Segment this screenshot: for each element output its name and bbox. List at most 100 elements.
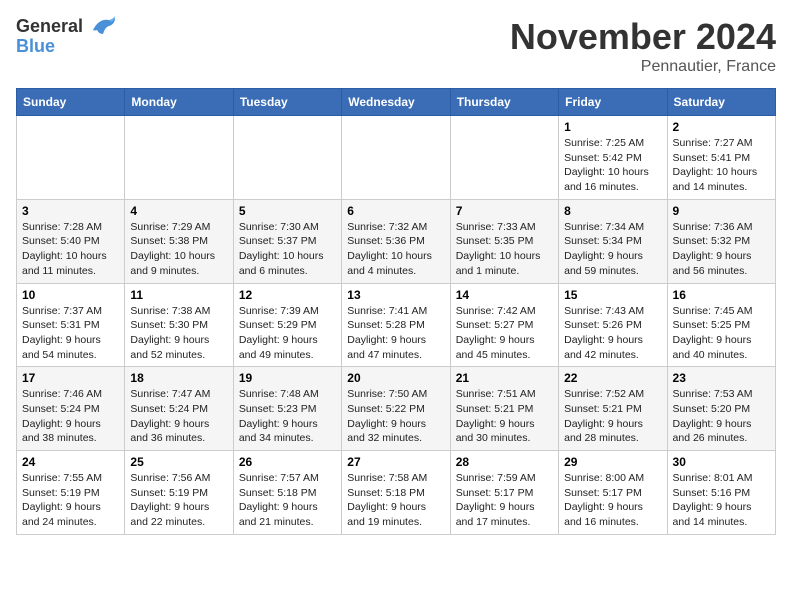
logo-general: General (16, 16, 83, 36)
calendar-week-1: 1 Sunrise: 7:25 AM Sunset: 5:42 PM Daylig… (17, 116, 776, 200)
calendar-week-2: 3 Sunrise: 7:28 AM Sunset: 5:40 PM Daylig… (17, 199, 776, 283)
day-number: 19 (239, 371, 336, 385)
day-info: Sunrise: 7:33 AM Sunset: 5:35 PM Dayligh… (456, 220, 553, 279)
title-block: November 2024 Pennautier, France (510, 16, 776, 76)
weekday-header-sunday: Sunday (17, 89, 125, 116)
day-number: 26 (239, 455, 336, 469)
calendar-table: SundayMondayTuesdayWednesdayThursdayFrid… (16, 88, 776, 535)
weekday-header-wednesday: Wednesday (342, 89, 450, 116)
calendar-cell: 3 Sunrise: 7:28 AM Sunset: 5:40 PM Daylig… (17, 199, 125, 283)
calendar-cell: 7Sunrise: 7:33 AM Sunset: 5:35 PM Daylig… (450, 199, 558, 283)
day-info: Sunrise: 7:51 AM Sunset: 5:21 PM Dayligh… (456, 387, 553, 446)
day-info: Sunrise: 7:25 AM Sunset: 5:42 PM Dayligh… (564, 136, 661, 195)
calendar-cell: 9 Sunrise: 7:36 AM Sunset: 5:32 PM Daylig… (667, 199, 775, 283)
day-info: Sunrise: 7:56 AM Sunset: 5:19 PM Dayligh… (130, 471, 227, 530)
day-info: Sunrise: 7:46 AM Sunset: 5:24 PM Dayligh… (22, 387, 119, 446)
day-number: 14 (456, 288, 553, 302)
weekday-header-tuesday: Tuesday (233, 89, 341, 116)
calendar-cell (342, 116, 450, 200)
day-info: Sunrise: 7:43 AM Sunset: 5:26 PM Dayligh… (564, 304, 661, 363)
page-header: General Blue November 2024 Pennautier, F… (16, 16, 776, 76)
day-number: 15 (564, 288, 661, 302)
day-info: Sunrise: 7:28 AM Sunset: 5:40 PM Dayligh… (22, 220, 119, 279)
day-number: 10 (22, 288, 119, 302)
day-number: 18 (130, 371, 227, 385)
day-number: 17 (22, 371, 119, 385)
day-number: 6 (347, 204, 444, 218)
day-info: Sunrise: 7:52 AM Sunset: 5:21 PM Dayligh… (564, 387, 661, 446)
calendar-cell: 25 Sunrise: 7:56 AM Sunset: 5:19 PM Dayli… (125, 451, 233, 535)
day-info: Sunrise: 7:39 AM Sunset: 5:29 PM Dayligh… (239, 304, 336, 363)
calendar-cell: 6 Sunrise: 7:32 AM Sunset: 5:36 PM Daylig… (342, 199, 450, 283)
day-number: 11 (130, 288, 227, 302)
calendar-cell: 30 Sunrise: 8:01 AM Sunset: 5:16 PM Dayli… (667, 451, 775, 535)
day-number: 29 (564, 455, 661, 469)
day-number: 12 (239, 288, 336, 302)
calendar-cell (17, 116, 125, 200)
logo-blue: Blue (16, 36, 117, 57)
day-info: Sunrise: 7:42 AM Sunset: 5:27 PM Dayligh… (456, 304, 553, 363)
calendar-cell: 1 Sunrise: 7:25 AM Sunset: 5:42 PM Daylig… (559, 116, 667, 200)
calendar-cell: 27Sunrise: 7:58 AM Sunset: 5:18 PM Dayli… (342, 451, 450, 535)
day-info: Sunrise: 7:34 AM Sunset: 5:34 PM Dayligh… (564, 220, 661, 279)
day-info: Sunrise: 7:38 AM Sunset: 5:30 PM Dayligh… (130, 304, 227, 363)
calendar-cell (233, 116, 341, 200)
day-info: Sunrise: 7:55 AM Sunset: 5:19 PM Dayligh… (22, 471, 119, 530)
day-number: 5 (239, 204, 336, 218)
day-info: Sunrise: 7:30 AM Sunset: 5:37 PM Dayligh… (239, 220, 336, 279)
calendar-cell: 14 Sunrise: 7:42 AM Sunset: 5:27 PM Dayli… (450, 283, 558, 367)
calendar-cell: 16Sunrise: 7:45 AM Sunset: 5:25 PM Dayli… (667, 283, 775, 367)
day-number: 24 (22, 455, 119, 469)
calendar-header-row: SundayMondayTuesdayWednesdayThursdayFrid… (17, 89, 776, 116)
month-title: November 2024 (510, 16, 776, 58)
calendar-cell: 29 Sunrise: 8:00 AM Sunset: 5:17 PM Dayli… (559, 451, 667, 535)
calendar-cell: 26 Sunrise: 7:57 AM Sunset: 5:18 PM Dayli… (233, 451, 341, 535)
calendar-cell: 22 Sunrise: 7:52 AM Sunset: 5:21 PM Dayli… (559, 367, 667, 451)
day-number: 1 (564, 120, 661, 134)
calendar-cell: 21 Sunrise: 7:51 AM Sunset: 5:21 PM Dayli… (450, 367, 558, 451)
day-info: Sunrise: 7:57 AM Sunset: 5:18 PM Dayligh… (239, 471, 336, 530)
day-info: Sunrise: 7:47 AM Sunset: 5:24 PM Dayligh… (130, 387, 227, 446)
calendar-cell: 8 Sunrise: 7:34 AM Sunset: 5:34 PM Daylig… (559, 199, 667, 283)
location: Pennautier, France (510, 58, 776, 76)
logo: General Blue (16, 16, 117, 57)
day-info: Sunrise: 7:29 AM Sunset: 5:38 PM Dayligh… (130, 220, 227, 279)
calendar-cell: 17 Sunrise: 7:46 AM Sunset: 5:24 PM Dayli… (17, 367, 125, 451)
day-info: Sunrise: 7:53 AM Sunset: 5:20 PM Dayligh… (673, 387, 770, 446)
calendar-cell: 5 Sunrise: 7:30 AM Sunset: 5:37 PM Daylig… (233, 199, 341, 283)
day-number: 27 (347, 455, 444, 469)
day-number: 4 (130, 204, 227, 218)
day-number: 22 (564, 371, 661, 385)
calendar-cell: 20Sunrise: 7:50 AM Sunset: 5:22 PM Dayli… (342, 367, 450, 451)
calendar-week-4: 17 Sunrise: 7:46 AM Sunset: 5:24 PM Dayli… (17, 367, 776, 451)
calendar-week-5: 24 Sunrise: 7:55 AM Sunset: 5:19 PM Dayli… (17, 451, 776, 535)
day-number: 8 (564, 204, 661, 218)
day-number: 23 (673, 371, 770, 385)
day-info: Sunrise: 7:32 AM Sunset: 5:36 PM Dayligh… (347, 220, 444, 279)
calendar-cell: 28Sunrise: 7:59 AM Sunset: 5:17 PM Dayli… (450, 451, 558, 535)
day-info: Sunrise: 7:45 AM Sunset: 5:25 PM Dayligh… (673, 304, 770, 363)
day-number: 28 (456, 455, 553, 469)
calendar-cell: 13Sunrise: 7:41 AM Sunset: 5:28 PM Dayli… (342, 283, 450, 367)
weekday-header-monday: Monday (125, 89, 233, 116)
calendar-week-3: 10Sunrise: 7:37 AM Sunset: 5:31 PM Dayli… (17, 283, 776, 367)
day-info: Sunrise: 8:00 AM Sunset: 5:17 PM Dayligh… (564, 471, 661, 530)
calendar-cell: 19Sunrise: 7:48 AM Sunset: 5:23 PM Dayli… (233, 367, 341, 451)
day-info: Sunrise: 7:36 AM Sunset: 5:32 PM Dayligh… (673, 220, 770, 279)
day-number: 30 (673, 455, 770, 469)
calendar-cell: 18 Sunrise: 7:47 AM Sunset: 5:24 PM Dayli… (125, 367, 233, 451)
day-number: 9 (673, 204, 770, 218)
weekday-header-friday: Friday (559, 89, 667, 116)
calendar-cell: 10Sunrise: 7:37 AM Sunset: 5:31 PM Dayli… (17, 283, 125, 367)
day-number: 20 (347, 371, 444, 385)
day-number: 3 (22, 204, 119, 218)
day-number: 21 (456, 371, 553, 385)
day-number: 25 (130, 455, 227, 469)
calendar-cell (450, 116, 558, 200)
calendar-cell: 2Sunrise: 7:27 AM Sunset: 5:41 PM Daylig… (667, 116, 775, 200)
calendar-cell (125, 116, 233, 200)
day-info: Sunrise: 8:01 AM Sunset: 5:16 PM Dayligh… (673, 471, 770, 530)
calendar-cell: 4 Sunrise: 7:29 AM Sunset: 5:38 PM Daylig… (125, 199, 233, 283)
day-info: Sunrise: 7:41 AM Sunset: 5:28 PM Dayligh… (347, 304, 444, 363)
logo-bird-icon (91, 16, 117, 38)
